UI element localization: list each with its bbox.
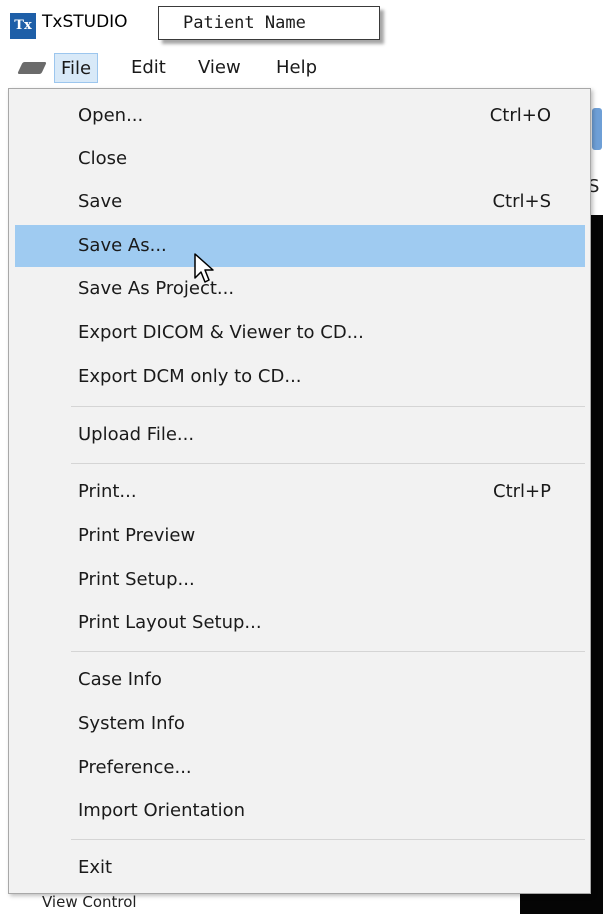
menu-separator xyxy=(71,463,585,464)
menu-item-label: Open... xyxy=(78,105,144,126)
menu-item-upload-file[interactable]: Upload File... xyxy=(15,415,585,455)
menu-item-print-setup[interactable]: Print Setup... xyxy=(15,560,585,600)
menu-item-shortcut: Ctrl+P xyxy=(493,481,551,502)
menu-item-save-as[interactable]: Save As... xyxy=(15,225,585,267)
view-control-label: View Control xyxy=(42,893,137,911)
app-title: TxSTUDIO xyxy=(42,12,128,32)
menu-bar: File Edit View Help xyxy=(0,48,603,86)
app-logo-icon: Tx xyxy=(10,13,36,39)
background-image-viewer xyxy=(590,215,603,914)
menu-item-shortcut: Ctrl+S xyxy=(492,191,551,212)
menu-item-export-dcm-only[interactable]: Export DCM only to CD... xyxy=(15,357,585,397)
menu-item-label: Close xyxy=(78,148,128,169)
menu-item-label: Exit xyxy=(78,857,113,878)
menu-view[interactable]: View xyxy=(192,53,247,83)
menu-item-print-preview[interactable]: Print Preview xyxy=(15,516,585,556)
menu-item-label: Print Setup... xyxy=(78,569,195,590)
menu-file[interactable]: File xyxy=(54,53,99,83)
menu-item-label: System Info xyxy=(78,713,185,734)
menu-item-label: Case Info xyxy=(78,669,162,690)
menu-item-label: Save As... xyxy=(78,235,167,256)
title-bar: Tx TxSTUDIO Patient Name xyxy=(0,0,603,46)
menu-item-case-info[interactable]: Case Info xyxy=(15,660,585,700)
menu-edit[interactable]: Edit xyxy=(125,53,172,83)
menu-item-exit[interactable]: Exit xyxy=(15,848,585,888)
menu-help[interactable]: Help xyxy=(270,53,323,83)
menu-item-print-layout-setup[interactable]: Print Layout Setup... xyxy=(15,603,585,643)
menu-item-import-orientation[interactable]: Import Orientation xyxy=(15,791,585,831)
file-menu-dropdown: Open... Ctrl+O Close Save Ctrl+S Save As… xyxy=(8,88,591,894)
menu-item-shortcut: Ctrl+O xyxy=(489,105,551,126)
menu-item-label: Upload File... xyxy=(78,424,195,445)
menu-item-open[interactable]: Open... Ctrl+O xyxy=(15,96,585,136)
menu-item-label: Print Layout Setup... xyxy=(78,612,262,633)
patient-name-tooltip: Patient Name xyxy=(158,6,380,40)
app-menu-icon[interactable] xyxy=(17,62,47,74)
menu-item-label: Import Orientation xyxy=(78,800,246,821)
menu-item-close[interactable]: Close xyxy=(15,139,585,179)
menu-item-label: Preference... xyxy=(78,757,192,778)
menu-item-label: Save xyxy=(78,191,123,212)
menu-item-save[interactable]: Save Ctrl+S xyxy=(15,182,585,222)
menu-item-label: Export DICOM & Viewer to CD... xyxy=(78,322,364,343)
menu-item-label: Print Preview xyxy=(78,525,196,546)
menu-item-save-as-project[interactable]: Save As Project... xyxy=(15,269,585,309)
menu-item-label: Save As Project... xyxy=(78,278,235,299)
menu-separator xyxy=(71,839,585,840)
menu-item-export-dicom-viewer[interactable]: Export DICOM & Viewer to CD... xyxy=(15,313,585,353)
menu-item-label: Print... xyxy=(78,481,137,502)
menu-item-print[interactable]: Print... Ctrl+P xyxy=(15,472,585,512)
menu-item-system-info[interactable]: System Info xyxy=(15,704,585,744)
background-button-edge xyxy=(592,108,602,150)
menu-separator xyxy=(71,406,585,407)
menu-item-label: Export DCM only to CD... xyxy=(78,366,302,387)
menu-separator xyxy=(71,651,585,652)
menu-item-preference[interactable]: Preference... xyxy=(15,748,585,788)
